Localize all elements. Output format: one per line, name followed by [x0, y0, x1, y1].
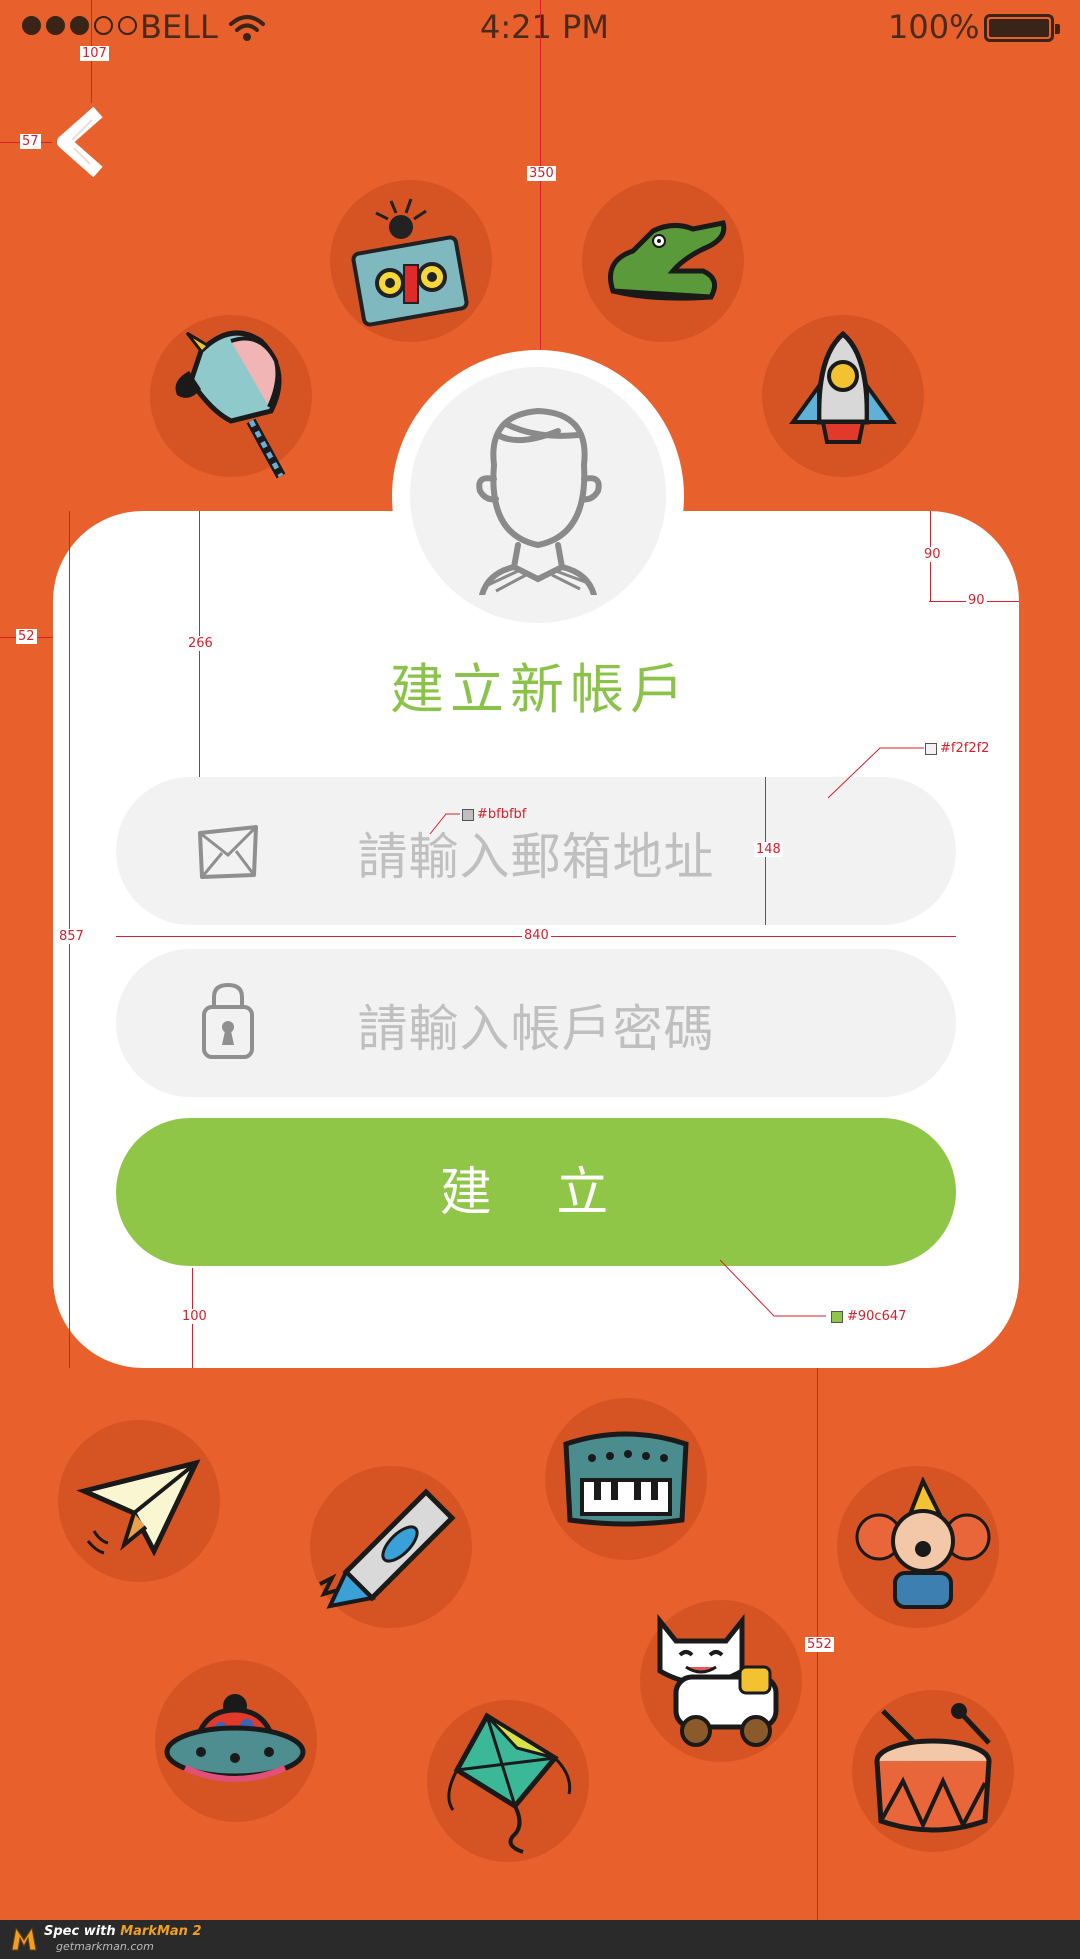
- color-swatch: [831, 1311, 843, 1323]
- markman-url: getmarkman.com: [56, 1940, 154, 1953]
- color-label: #90c647: [847, 1309, 907, 1324]
- color-label: #f2f2f2: [940, 741, 990, 756]
- markman-footer: Spec with MarkMan 2 getmarkman.com: [0, 1920, 1080, 1959]
- spec-leader-lines: [429, 747, 924, 1317]
- markman-brand: Spec with MarkMan 2: [44, 1924, 202, 1939]
- color-label: #bfbfbf: [477, 807, 527, 822]
- markman-logo-icon: [10, 1926, 38, 1952]
- color-swatch: [925, 743, 937, 755]
- color-swatch: [462, 809, 474, 821]
